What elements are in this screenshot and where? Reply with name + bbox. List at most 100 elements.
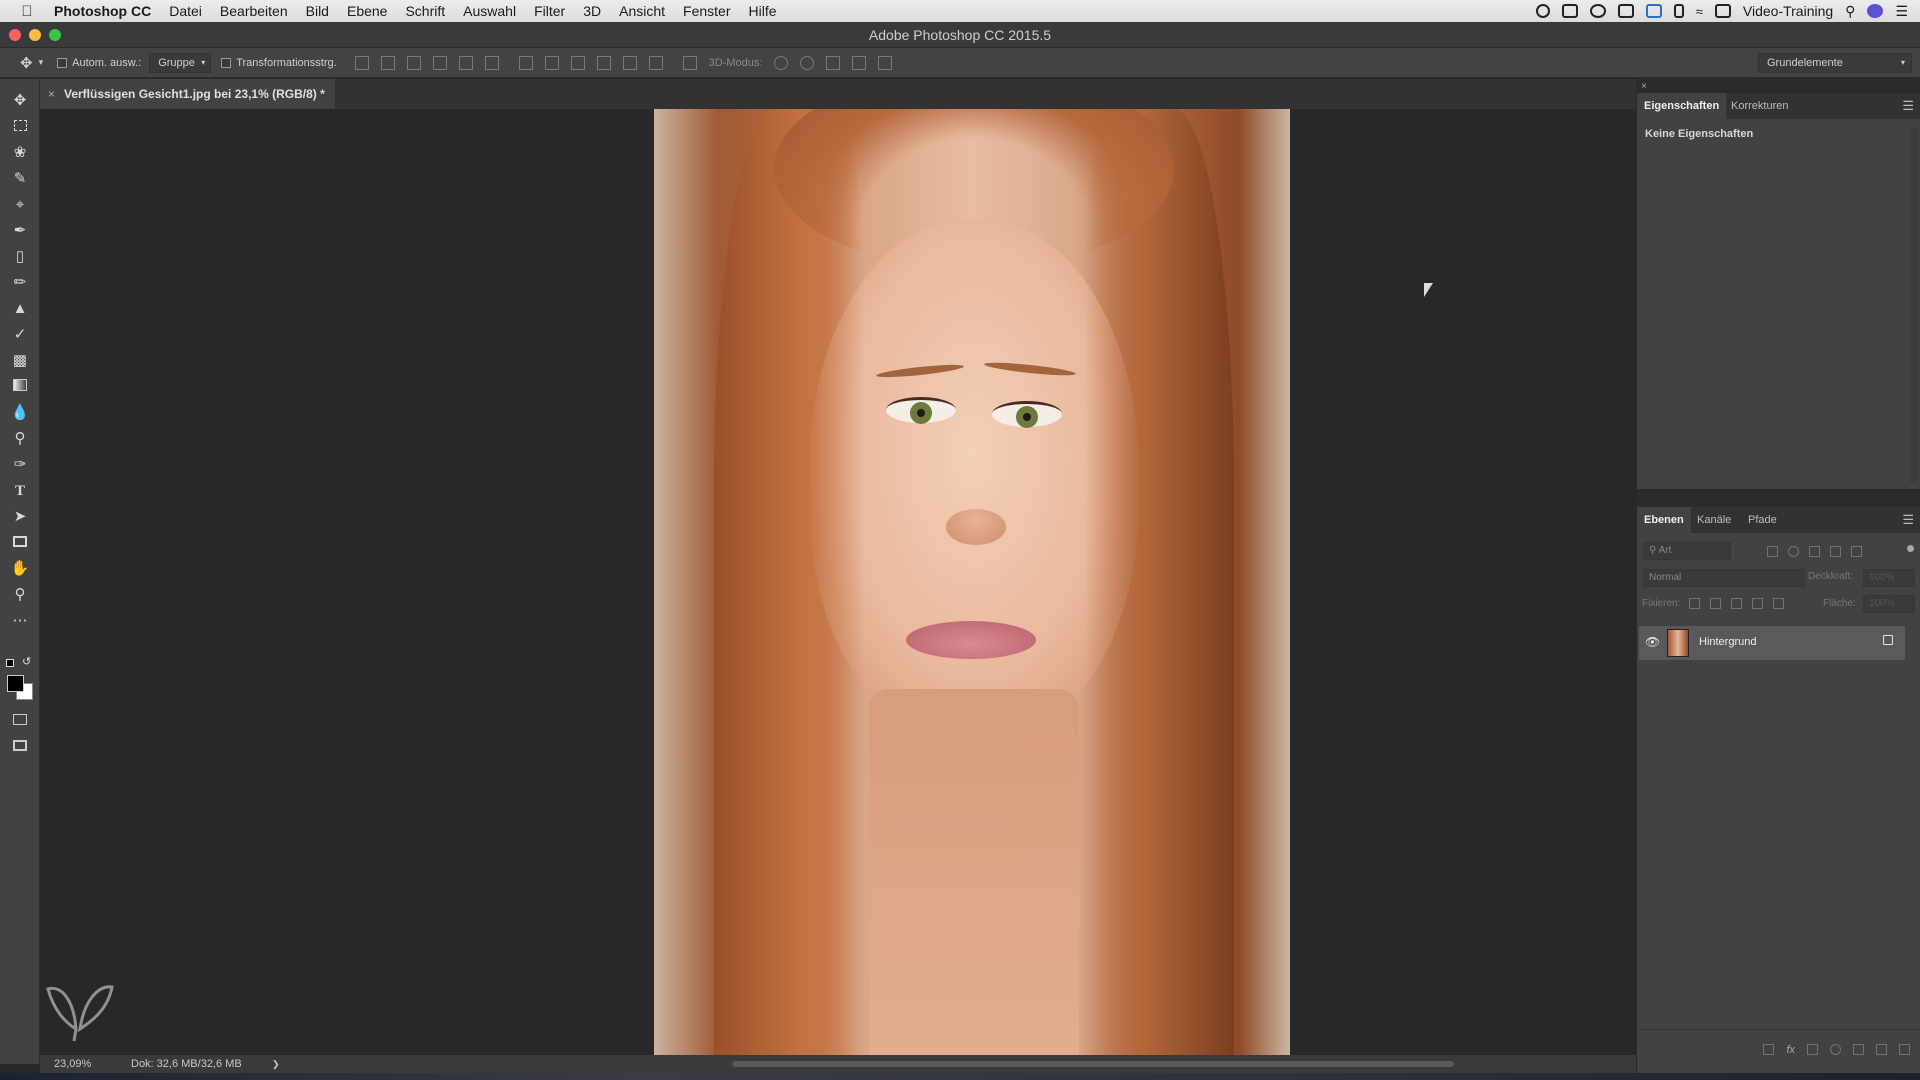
filter-type-icon[interactable]	[1809, 546, 1820, 557]
brush-tool-icon[interactable]: ✏	[10, 273, 30, 293]
3d-rotate-icon[interactable]	[774, 55, 789, 70]
quick-selection-tool-icon[interactable]: ✎	[10, 169, 30, 189]
distribute-bottom-icon[interactable]	[570, 55, 585, 70]
menu-hilfe[interactable]: Hilfe	[740, 0, 786, 22]
document-tab[interactable]: × Verflüssigen Gesicht1.jpg bei 23,1% (R…	[40, 79, 335, 109]
user-name[interactable]: Video-Training	[1743, 3, 1833, 19]
lock-all-icon[interactable]	[1773, 598, 1784, 609]
align-top-icon[interactable]	[354, 55, 369, 70]
marquee-tool-icon[interactable]	[10, 117, 30, 137]
3d-video-icon[interactable]	[878, 55, 893, 70]
align-bottom-icon[interactable]	[406, 55, 421, 70]
chevron-down-icon[interactable]: ▾	[39, 57, 44, 68]
align-right-icon[interactable]	[484, 55, 499, 70]
distribute-hcenter-icon[interactable]	[622, 55, 637, 70]
lock-artboard-icon[interactable]	[1752, 598, 1763, 609]
creative-cloud-icon[interactable]	[1589, 4, 1606, 18]
zoom-tool-icon[interactable]: ⚲	[10, 585, 30, 605]
distribute-center-icon[interactable]	[544, 55, 559, 70]
lock-position-icon[interactable]	[1731, 598, 1742, 609]
align-horizontal-center-icon[interactable]	[458, 55, 473, 70]
clone-stamp-tool-icon[interactable]: ▲	[10, 299, 30, 319]
menu-ansicht[interactable]: Ansicht	[610, 0, 674, 22]
blend-mode-dropdown[interactable]: Normal	[1643, 569, 1805, 587]
menu-fenster[interactable]: Fenster	[674, 0, 739, 22]
healing-brush-tool-icon[interactable]: ▯	[10, 247, 30, 267]
layer-row[interactable]: 👁 Hintergrund	[1639, 626, 1905, 660]
zoom-level[interactable]: 23,09%	[54, 1055, 91, 1073]
lock-image-pixels-icon[interactable]	[1710, 598, 1721, 609]
hand-tool-icon[interactable]: ✋	[10, 559, 30, 579]
wifi-icon[interactable]: ≈	[1696, 4, 1703, 19]
portrait-photo[interactable]	[654, 109, 1290, 1055]
eye-icon[interactable]: 👁	[1645, 635, 1660, 649]
history-brush-tool-icon[interactable]: ✓	[10, 325, 30, 345]
filter-toggle-icon[interactable]	[1907, 545, 1914, 552]
filter-adjustment-icon[interactable]	[1788, 546, 1799, 557]
canvas-area[interactable]	[40, 109, 1636, 1055]
crop-tool-icon[interactable]: ⌖	[10, 195, 30, 215]
rectangle-tool-icon[interactable]	[10, 533, 30, 553]
airplay-icon[interactable]	[1714, 4, 1731, 18]
default-colors-icon[interactable]	[6, 659, 14, 667]
panel-menu-icon[interactable]: ☰	[1902, 512, 1914, 528]
dropbox-icon[interactable]	[1561, 4, 1578, 18]
path-selection-tool-icon[interactable]: ➤	[10, 507, 30, 527]
opacity-field[interactable]: 100%	[1863, 569, 1915, 587]
horizontal-scrollbar[interactable]	[732, 1061, 1454, 1067]
lasso-tool-icon[interactable]: ❀	[10, 143, 30, 163]
panel-menu-icon[interactable]: ☰	[1902, 98, 1914, 114]
display-icon[interactable]	[1617, 4, 1634, 18]
add-mask-icon[interactable]	[1807, 1044, 1818, 1055]
close-document-icon[interactable]: ×	[48, 79, 55, 109]
tab-kanaele[interactable]: Kanäle	[1690, 507, 1738, 533]
filter-smart-object-icon[interactable]	[1851, 546, 1862, 557]
collapse-panels-icon[interactable]: ×	[1641, 81, 1647, 92]
type-tool-icon[interactable]: T	[10, 481, 30, 501]
3d-slide-icon[interactable]	[852, 55, 867, 70]
status-menu-arrow-icon[interactable]: ❯	[272, 1055, 280, 1073]
dodge-tool-icon[interactable]: ⚲	[10, 429, 30, 449]
record-icon[interactable]	[1535, 4, 1550, 18]
align-vertical-center-icon[interactable]	[380, 55, 395, 70]
notification-center-icon[interactable]: ☰	[1895, 3, 1908, 20]
distribute-left-icon[interactable]	[596, 55, 611, 70]
eyedropper-tool-icon[interactable]: ✒	[10, 221, 30, 241]
menu-3d[interactable]: 3D	[574, 0, 610, 22]
workspace-dropdown[interactable]: Grundelemente ▾	[1758, 53, 1912, 73]
filter-pixel-icon[interactable]	[1767, 546, 1778, 557]
distribute-top-icon[interactable]	[518, 55, 533, 70]
menu-datei[interactable]: Datei	[160, 0, 211, 22]
fx-icon[interactable]: fx	[1786, 1044, 1795, 1056]
adjustment-layer-icon[interactable]	[1830, 1044, 1841, 1055]
more-tools-icon[interactable]: ⋯	[10, 611, 30, 631]
3d-roll-icon[interactable]	[800, 55, 815, 70]
menu-bearbeiten[interactable]: Bearbeiten	[211, 0, 297, 22]
layer-filter-field[interactable]: ⚲ Art	[1643, 542, 1731, 560]
siri-icon[interactable]	[1867, 4, 1884, 18]
gradient-tool-icon[interactable]	[10, 377, 30, 397]
new-group-icon[interactable]	[1853, 1044, 1864, 1055]
move-tool-preset-icon[interactable]: ✥	[20, 54, 33, 72]
menu-schrift[interactable]: Schrift	[396, 0, 454, 22]
link-layers-icon[interactable]	[1763, 1044, 1775, 1055]
spotlight-icon[interactable]: ⚲	[1845, 3, 1855, 20]
tab-ebenen[interactable]: Ebenen	[1637, 507, 1691, 533]
auto-select-checkbox[interactable]	[57, 57, 68, 68]
menu-app-name[interactable]: Photoshop CC	[54, 0, 160, 22]
quick-mask-icon[interactable]	[10, 711, 30, 731]
pen-tool-icon[interactable]: ✑	[10, 455, 30, 475]
eraser-tool-icon[interactable]: ▩	[10, 351, 30, 371]
menu-filter[interactable]: Filter	[525, 0, 574, 22]
filter-shape-icon[interactable]	[1830, 546, 1841, 557]
skype-icon[interactable]	[1645, 4, 1662, 18]
apple-menu-icon[interactable]: 	[0, 3, 54, 20]
fill-field[interactable]: 100%	[1863, 595, 1915, 613]
auto-align-icon[interactable]	[682, 55, 697, 70]
foreground-color-swatch[interactable]	[7, 675, 24, 692]
auto-select-dropdown[interactable]: Gruppe ▾	[149, 52, 212, 73]
move-tool-icon[interactable]: ✥	[10, 91, 30, 111]
trash-icon[interactable]	[1899, 1044, 1910, 1055]
transform-controls-checkbox[interactable]	[221, 57, 232, 68]
blur-tool-icon[interactable]: 💧	[10, 403, 30, 423]
